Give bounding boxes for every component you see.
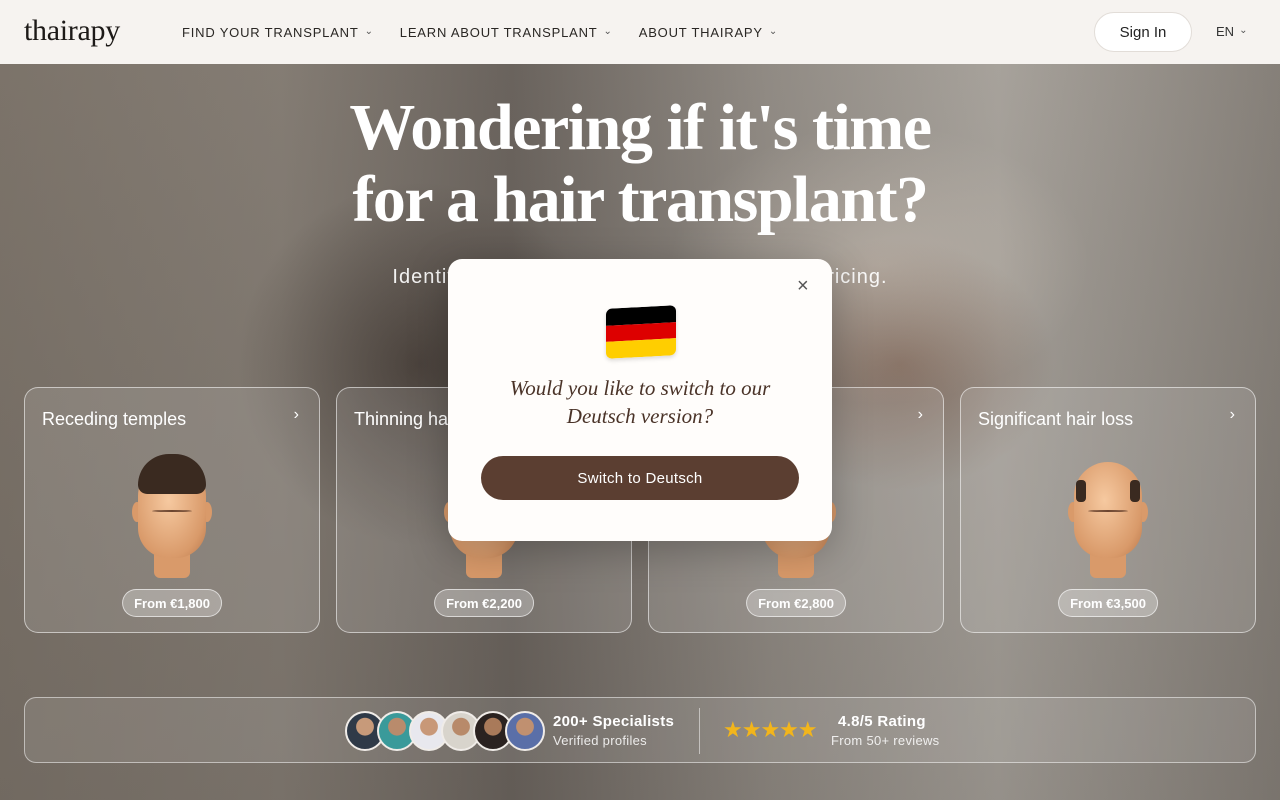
price-badge: From €2,200 bbox=[434, 589, 534, 617]
switch-to-deutsch-button[interactable]: Switch to Deutsch bbox=[481, 456, 799, 500]
avatar bbox=[505, 711, 545, 751]
main-nav: FIND YOUR TRANSPLANT ⌄ LEARN ABOUT TRANS… bbox=[182, 0, 778, 64]
specialists-count: 200+ Specialists bbox=[553, 713, 675, 730]
germany-flag-icon bbox=[606, 305, 676, 359]
chevron-down-icon: ⌄ bbox=[364, 25, 374, 37]
nav-label: FIND YOUR TRANSPLANT bbox=[182, 24, 359, 40]
dialog-message: Would you like to switch to our Deutsch … bbox=[509, 376, 771, 428]
card-title: Receding temples bbox=[42, 409, 187, 429]
sign-in-button[interactable]: Sign In bbox=[1094, 12, 1192, 52]
logo[interactable]: thairapy bbox=[24, 14, 120, 48]
chevron-down-icon: ⌄ bbox=[768, 25, 779, 37]
chevron-right-icon: › bbox=[293, 406, 299, 423]
nav-find-your-transplant[interactable]: FIND YOUR TRANSPLANT ⌄ bbox=[182, 25, 374, 40]
nav-label: ABOUT THAIRAPY bbox=[638, 24, 763, 40]
divider bbox=[699, 708, 700, 754]
chevron-right-icon: › bbox=[917, 406, 923, 423]
card-title: Thinning ha bbox=[354, 409, 449, 429]
top-navigation: thairapy FIND YOUR TRANSPLANT ⌄ LEARN AB… bbox=[0, 0, 1280, 64]
chevron-down-icon: ⌄ bbox=[603, 25, 613, 37]
price-badge: From €2,800 bbox=[746, 589, 846, 617]
price-badge: From €1,800 bbox=[122, 589, 222, 617]
star-rating-icon: ★★★★★ bbox=[723, 717, 818, 742]
close-icon[interactable]: × bbox=[797, 276, 809, 296]
rating-subtitle: From 50+ reviews bbox=[831, 733, 940, 748]
head-illustration bbox=[132, 454, 212, 578]
specialist-avatars bbox=[345, 711, 545, 751]
specialists-subtitle: Verified profiles bbox=[553, 733, 647, 748]
chevron-down-icon: ⌄ bbox=[1239, 25, 1248, 36]
price-badge: From €3,500 bbox=[1058, 589, 1158, 617]
headline-line-2: for a hair transplant? bbox=[352, 163, 929, 236]
card-receding-temples[interactable]: Receding temples › From €1,800 bbox=[24, 387, 320, 633]
chevron-right-icon: › bbox=[1229, 406, 1235, 423]
card-title: Significant hair loss bbox=[978, 409, 1134, 429]
rating-title: 4.8/5 Rating bbox=[838, 713, 926, 730]
language-switch-dialog: × Would you like to switch to our Deutsc… bbox=[448, 259, 832, 541]
language-selector[interactable]: EN ⌄ bbox=[1216, 24, 1247, 39]
language-label: EN bbox=[1216, 24, 1235, 39]
nav-about-thairapy[interactable]: ABOUT THAIRAPY ⌄ bbox=[639, 25, 778, 40]
card-significant-hair-loss[interactable]: Significant hair loss › From €3,500 bbox=[960, 387, 1256, 633]
trust-stats-bar: 200+ Specialists Verified profiles ★★★★★… bbox=[24, 697, 1256, 763]
nav-learn-about-transplant[interactable]: LEARN ABOUT TRANSPLANT ⌄ bbox=[400, 25, 613, 40]
nav-label: LEARN ABOUT TRANSPLANT bbox=[399, 24, 598, 40]
hero-headline: Wondering if it's time for a hair transp… bbox=[240, 92, 1040, 236]
head-illustration bbox=[1068, 454, 1148, 578]
headline-line-1: Wondering if it's time bbox=[349, 91, 932, 164]
